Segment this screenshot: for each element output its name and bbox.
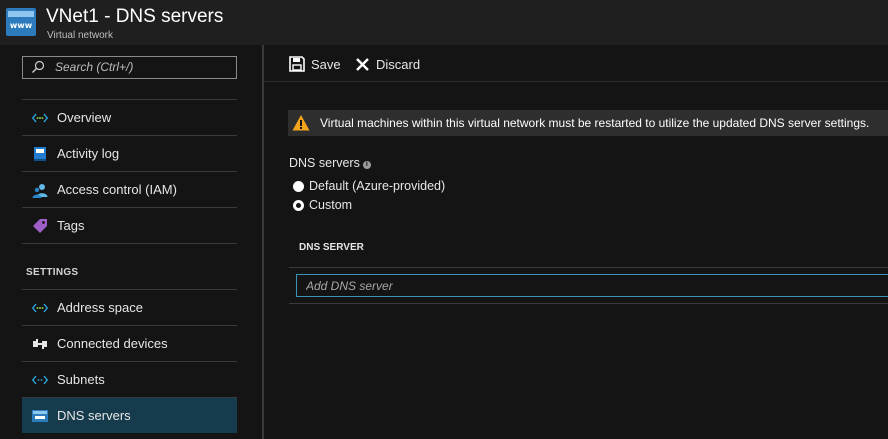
save-label: Save — [311, 56, 341, 72]
connected-devices-icon — [33, 339, 47, 349]
network-arrows-icon — [32, 113, 48, 123]
warning-text: Virtual machines within this virtual net… — [320, 116, 870, 130]
sidebar-item-label: Activity log — [57, 146, 120, 161]
activity-log-icon — [34, 147, 46, 161]
table-divider-bottom — [289, 303, 888, 304]
dns-servers-label: DNS servers i — [289, 156, 371, 170]
sidebar-item-label: Tags — [57, 218, 85, 233]
search-icon — [32, 60, 45, 73]
blade-header: www VNet1 - DNS servers Virtual network — [0, 0, 888, 45]
search-input[interactable] — [55, 58, 231, 76]
sidebar-item-label: Access control (IAM) — [57, 182, 177, 197]
radio-default-label: Default (Azure-provided) — [309, 179, 446, 193]
radio-custom[interactable]: Custom — [293, 197, 352, 213]
sidebar-item-connected-devices[interactable]: Connected devices — [22, 325, 237, 361]
warning-icon — [292, 115, 310, 131]
dns-server-input[interactable] — [296, 274, 888, 297]
app-icon-text: www — [9, 21, 33, 30]
info-icon[interactable]: i — [362, 161, 371, 169]
dns-servers-label-text: DNS servers — [289, 156, 360, 170]
search-box[interactable] — [22, 56, 237, 79]
tag-icon — [33, 219, 47, 233]
page-title: VNet1 - DNS servers — [46, 6, 224, 27]
dns-servers-icon — [32, 410, 48, 422]
sidebar-item-tags[interactable]: Tags — [22, 207, 237, 244]
save-button[interactable]: Save — [289, 53, 341, 75]
sidebar-item-subnets[interactable]: Subnets — [22, 361, 237, 397]
virtual-network-icon: www — [6, 8, 36, 36]
network-arrows-icon — [32, 303, 48, 313]
save-icon — [289, 56, 305, 72]
sidebar: Overview Activity log Access control (IA… — [0, 45, 262, 439]
close-icon — [356, 57, 369, 71]
settings-section-label: SETTINGS — [26, 267, 79, 278]
sidebar-item-overview[interactable]: Overview — [22, 99, 237, 135]
subnet-arrows-icon — [32, 375, 48, 385]
page-subtitle: Virtual network — [47, 30, 113, 41]
discard-label: Discard — [376, 56, 421, 72]
sidebar-item-address-space[interactable]: Address space — [22, 289, 237, 325]
discard-button[interactable]: Discard — [355, 53, 420, 75]
main-content: Save Discard Virtual machines within thi… — [264, 45, 888, 439]
sidebar-item-label: Address space — [57, 300, 143, 315]
sidebar-item-dns-servers[interactable]: DNS servers — [22, 397, 237, 433]
sidebar-item-label: DNS servers — [57, 408, 131, 423]
radio-custom-circle[interactable] — [293, 199, 304, 211]
sidebar-item-label: Subnets — [57, 372, 105, 387]
sidebar-item-access-control[interactable]: Access control (IAM) — [22, 171, 237, 207]
sidebar-item-label: Connected devices — [57, 336, 168, 351]
sidebar-item-activity-log[interactable]: Activity log — [22, 135, 237, 171]
users-icon — [32, 184, 48, 198]
sidebar-item-label: Overview — [57, 110, 112, 125]
toolbar-divider — [264, 81, 888, 82]
radio-default[interactable]: Default (Azure-provided) — [293, 178, 445, 194]
table-divider-top — [289, 267, 888, 268]
warning-banner: Virtual machines within this virtual net… — [288, 110, 888, 136]
radio-custom-label: Custom — [309, 198, 353, 212]
radio-default-circle[interactable] — [293, 180, 304, 192]
dns-server-column-header: DNS SERVER — [299, 242, 364, 253]
